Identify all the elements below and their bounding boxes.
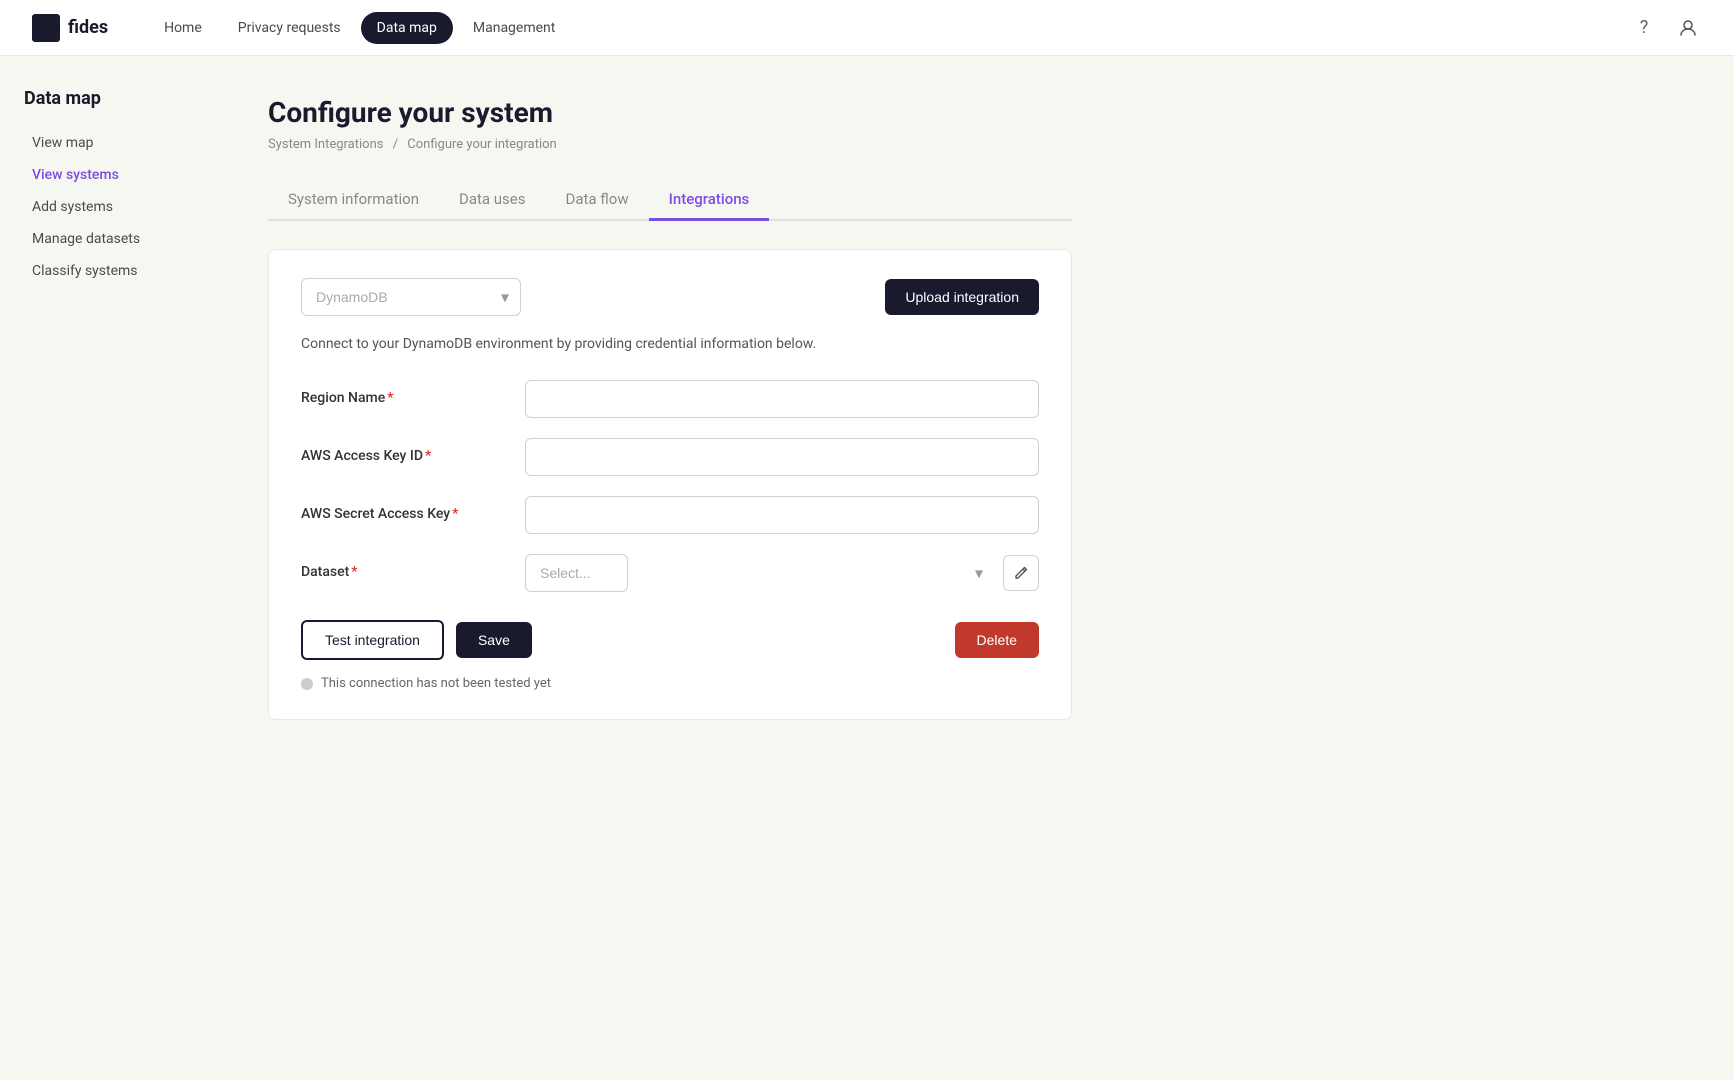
page-title: Configure your system [268,96,1072,129]
page-layout: Data map View map View systems Add syste… [0,56,1734,1080]
delete-button[interactable]: Delete [955,622,1039,658]
region-name-group: Region Name* [301,380,1039,418]
dataset-required: * [351,564,357,580]
connection-description: Connect to your DynamoDB environment by … [301,336,1039,352]
tab-data-uses[interactable]: Data uses [439,180,546,221]
top-navigation: fides Home Privacy requests Data map Man… [0,0,1734,56]
main-content: Configure your system System Integration… [220,56,1120,1080]
breadcrumb-root[interactable]: System Integrations [268,137,383,152]
integration-form: DynamoDB Upload integration Connect to y… [268,249,1072,720]
save-button[interactable]: Save [456,622,532,658]
aws-secret-key-input[interactable] [525,496,1039,534]
dataset-select-wrapper: Select... [525,554,995,592]
region-name-label: Region Name* [301,380,501,406]
aws-access-key-input[interactable] [525,438,1039,476]
breadcrumb: System Integrations / Configure your int… [268,137,1072,152]
sidebar-item-add-systems[interactable]: Add systems [24,193,196,221]
help-icon[interactable]: ? [1630,14,1658,42]
dataset-edit-button[interactable] [1003,555,1039,591]
sidebar-item-manage-datasets[interactable]: Manage datasets [24,225,196,253]
user-icon[interactable] [1674,14,1702,42]
test-integration-button[interactable]: Test integration [301,620,444,660]
tab-system-information[interactable]: System information [268,180,439,221]
nav-links: Home Privacy requests Data map Managemen… [148,12,1630,44]
connection-status: This connection has not been tested yet [301,676,1039,691]
logo-icon [32,14,60,42]
region-name-required: * [387,390,393,406]
upload-integration-button[interactable]: Upload integration [885,279,1039,315]
integration-type-select[interactable]: DynamoDB [301,278,521,316]
dataset-label: Dataset* [301,554,501,580]
nav-data-map[interactable]: Data map [361,12,453,44]
breadcrumb-current: Configure your integration [407,137,556,152]
logo: fides [32,14,108,42]
action-row: Test integration Save Delete [301,620,1039,660]
integration-type-dropdown-wrapper: DynamoDB [301,278,521,316]
aws-secret-key-label: AWS Secret Access Key* [301,496,501,522]
tabs: System information Data uses Data flow I… [268,180,1072,221]
tab-integrations[interactable]: Integrations [649,180,770,221]
dataset-group: Dataset* Select... [301,554,1039,592]
nav-home[interactable]: Home [148,12,218,44]
nav-management[interactable]: Management [457,12,571,44]
nav-privacy-requests[interactable]: Privacy requests [222,12,357,44]
breadcrumb-sep: / [393,137,398,152]
status-dot [301,678,313,690]
dataset-row: Select... [525,554,1039,592]
aws-access-key-label: AWS Access Key ID* [301,438,501,464]
dataset-select[interactable]: Select... [525,554,628,592]
sidebar-item-view-map[interactable]: View map [24,129,196,157]
sidebar-item-classify-systems[interactable]: Classify systems [24,257,196,285]
tab-data-flow[interactable]: Data flow [545,180,648,221]
sidebar-title: Data map [24,88,196,109]
logo-text: fides [68,17,108,38]
sidebar-item-view-systems[interactable]: View systems [24,161,196,189]
aws-access-key-group: AWS Access Key ID* [301,438,1039,476]
nav-icons: ? [1630,14,1702,42]
sidebar: Data map View map View systems Add syste… [0,56,220,1080]
connection-status-text: This connection has not been tested yet [321,676,551,691]
aws-secret-key-required: * [452,506,458,522]
integration-top-row: DynamoDB Upload integration [301,278,1039,316]
region-name-input[interactable] [525,380,1039,418]
aws-access-key-required: * [425,448,431,464]
aws-secret-key-group: AWS Secret Access Key* [301,496,1039,534]
